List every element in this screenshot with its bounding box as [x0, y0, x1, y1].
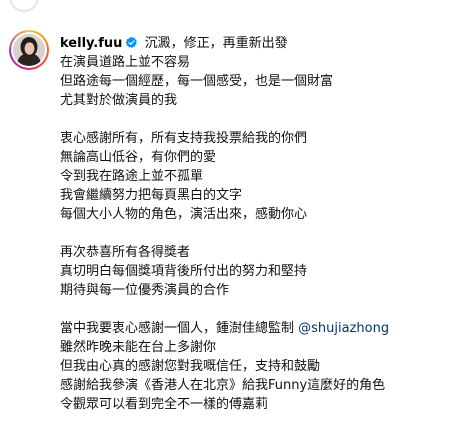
caption-line: 衷心感謝所有，所有支持我投票給我的你們 — [60, 131, 308, 146]
mention-link[interactable]: @shujiazhong — [298, 321, 389, 336]
username-link[interactable]: kelly.fuu — [60, 36, 122, 51]
caption-line: 期待與每一位優秀演員的合作 — [60, 283, 230, 298]
caption-line: 令觀眾可以看到完全不一樣的傅嘉莉 — [60, 397, 269, 412]
caption-line: 真切明白每個獎項背後所付出的努力和堅持 — [60, 264, 308, 279]
caption-line: 無論高山低谷，有你們的愛 — [60, 150, 217, 165]
caption-line: 雖然昨晚未能在台上多謝你 — [60, 340, 217, 355]
caption-line: 但我由心真的感謝您對我嘅信任，支持和鼓勵 — [60, 359, 321, 374]
caption-line: 感謝給我參演《香港人在北京》給我Funny這麼好的角色 — [60, 378, 386, 393]
previous-avatar-ring — [9, 0, 39, 12]
caption-line: 但路途每一個經歷，每一個感受，也是一個財富 — [60, 74, 334, 89]
avatar[interactable] — [9, 30, 49, 70]
caption-line: 當中我要衷心感謝一個人，鍾澍佳總監制 @shujiazhong — [60, 319, 460, 338]
verified-badge-icon — [125, 36, 138, 49]
previous-item-edge — [0, 0, 467, 20]
caption-text: 沉澱，修正，再重新出發 — [144, 36, 288, 51]
caption-line: 我會繼續努力把每頁黑白的文字 — [60, 188, 243, 203]
profile-photo — [13, 34, 45, 66]
caption-line: kelly.fuu 沉澱，修正，再重新出發 — [60, 34, 460, 53]
caption-line: 再次恭喜所有各得獎者 — [60, 245, 191, 260]
caption-line: 尤其對於做演員的我 — [60, 93, 178, 108]
caption-line: 每個大小人物的角色，演活出來，感動你心 — [60, 207, 308, 222]
caption-line: 令到我在路途上並不孤單 — [60, 169, 204, 184]
post-caption: kelly.fuu 沉澱，修正，再重新出發 在演員道路上並不容易 但路途每一個經… — [60, 34, 460, 414]
caption-text: 當中我要衷心感謝一個人，鍾澍佳總監制 — [60, 321, 299, 336]
profile-photo-icon — [13, 34, 45, 66]
caption-line: 在演員道路上並不容易 — [60, 55, 191, 70]
